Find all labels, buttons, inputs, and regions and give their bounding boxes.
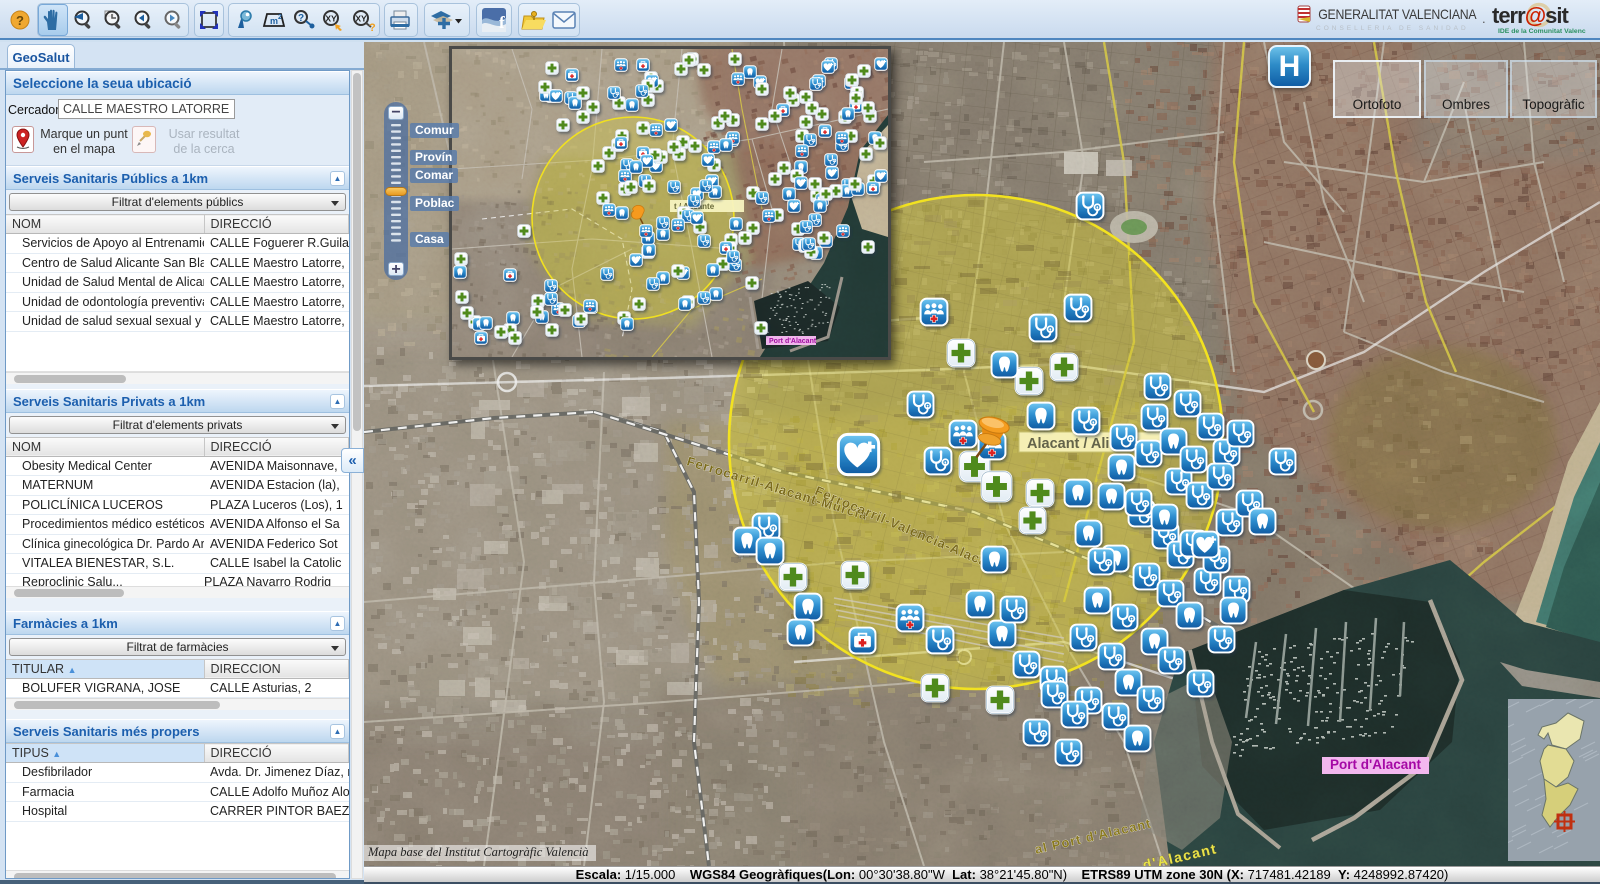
svg-text:XY: XY: [325, 14, 337, 24]
svg-text:XY: XY: [355, 14, 367, 24]
svg-text:m: m: [270, 16, 278, 26]
svg-text:?: ?: [16, 13, 24, 28]
svg-text:f: f: [499, 13, 505, 32]
svg-text:GENERALITAT VALENCIANA: GENERALITAT VALENCIANA: [1318, 6, 1477, 22]
svg-text:.: .: [1482, 11, 1486, 26]
svg-text:terr@sit: terr@sit: [1492, 3, 1569, 28]
svg-text:?: ?: [298, 13, 304, 24]
svg-text:2: 2: [278, 14, 282, 21]
svg-text:IDE de la Comunitat Valenciana: IDE de la Comunitat Valenciana: [1498, 28, 1586, 35]
svg-text:?: ?: [369, 22, 376, 32]
svg-text:CONSELLERIA DE SANIDAD: CONSELLERIA DE SANIDAD: [1316, 25, 1469, 32]
